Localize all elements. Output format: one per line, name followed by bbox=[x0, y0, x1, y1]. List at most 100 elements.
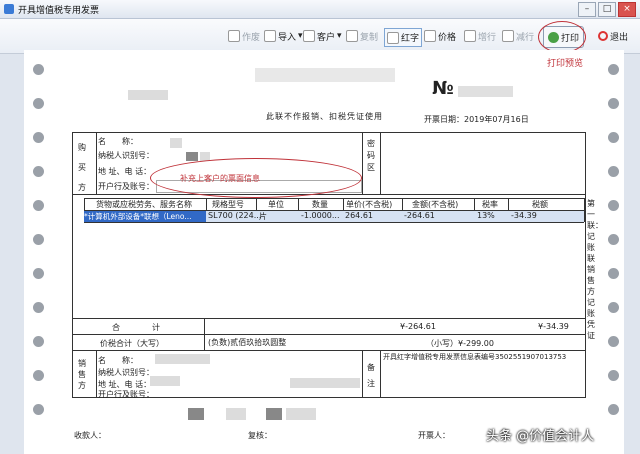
close-button[interactable]: × bbox=[618, 2, 636, 17]
delete-row-label: 减行 bbox=[516, 32, 535, 43]
column-header: 税额 bbox=[532, 200, 548, 209]
grid-line bbox=[362, 132, 363, 194]
sprocket-hole bbox=[33, 98, 44, 109]
import-label: 导入 bbox=[278, 32, 297, 43]
buyer-section-label: 购买方 bbox=[78, 143, 86, 192]
cancel-button[interactable]: 作废 bbox=[228, 28, 260, 44]
price-button[interactable]: 价格 bbox=[424, 28, 456, 44]
add-row-button[interactable]: 增行 bbox=[464, 28, 496, 44]
grid-line bbox=[96, 132, 97, 194]
column-header: 金额(不含税) bbox=[412, 200, 459, 209]
grid-line bbox=[362, 350, 363, 398]
seller-bank-label: 开户行及账号： bbox=[98, 390, 154, 399]
checkbox-icon bbox=[424, 30, 436, 42]
item-spec-cell[interactable]: SL700 (224... bbox=[208, 211, 261, 220]
sprocket-hole bbox=[608, 404, 619, 415]
minimize-button[interactable]: – bbox=[578, 2, 596, 17]
redacted-block bbox=[226, 408, 246, 420]
buyer-annotation: 补充上客户的票面信息 bbox=[180, 174, 260, 183]
delete-row-icon bbox=[502, 30, 514, 42]
watermark: 头条 @价值会计人 bbox=[486, 429, 595, 444]
table-line bbox=[84, 222, 584, 223]
delete-row-button[interactable]: 减行 bbox=[502, 28, 534, 44]
redacted-block bbox=[290, 378, 360, 388]
table-line bbox=[584, 198, 585, 222]
sprocket-hole bbox=[608, 98, 619, 109]
column-header: 单位 bbox=[268, 200, 284, 209]
item-name-cell[interactable]: *计算机外部设备*联想（Leno... bbox=[84, 211, 206, 222]
redacted-block bbox=[128, 90, 168, 100]
sprocket-hole bbox=[608, 166, 619, 177]
grid-line bbox=[72, 334, 586, 335]
app-icon bbox=[4, 4, 14, 14]
column-header: 税率 bbox=[482, 200, 498, 209]
invoice-title-redacted bbox=[255, 68, 395, 82]
window-title: 开具增值税专用发票 bbox=[18, 5, 100, 16]
redacted-block bbox=[188, 408, 204, 420]
redacted-block bbox=[150, 376, 180, 386]
column-header: 货物或应税劳务、服务名称 bbox=[96, 200, 192, 209]
red-label: 红字 bbox=[401, 34, 420, 44]
seller-section-label: 销售方 bbox=[78, 359, 86, 390]
item-unit-cell[interactable]: 片 bbox=[259, 211, 267, 222]
document-icon bbox=[228, 30, 240, 42]
sprocket-hole bbox=[33, 336, 44, 347]
import-icon bbox=[264, 30, 276, 42]
redacted-block bbox=[266, 408, 282, 420]
column-header: 规格型号 bbox=[212, 200, 244, 209]
sprocket-hole bbox=[33, 234, 44, 245]
column-header: 单价(不含税) bbox=[346, 200, 393, 209]
notice-text: 此联不作报销、扣税凭证使用 bbox=[266, 112, 383, 121]
copy-icon bbox=[346, 30, 358, 42]
seller-taxid-label: 纳税人识别号： bbox=[98, 368, 154, 377]
exit-button[interactable]: 退出 bbox=[598, 28, 628, 44]
total-tax: ¥-34.39 bbox=[538, 322, 569, 331]
grid-line bbox=[96, 350, 97, 398]
red-invoice-button[interactable]: 红字 bbox=[384, 28, 423, 47]
invoice-number-redacted bbox=[458, 86, 513, 97]
item-price-cell[interactable]: 264.61 bbox=[345, 211, 373, 220]
grid-line bbox=[380, 132, 381, 194]
sprocket-hole bbox=[608, 200, 619, 211]
sprocket-hole bbox=[608, 336, 619, 347]
maximize-button[interactable]: □ bbox=[598, 2, 616, 17]
sum-uppercase: (负数)贰佰玖拾玖圆整 bbox=[208, 338, 287, 347]
sprocket-hole bbox=[608, 302, 619, 313]
copy-button[interactable]: 复制 bbox=[346, 28, 378, 44]
grid-line bbox=[204, 318, 205, 350]
print-highlight-circle bbox=[538, 21, 586, 53]
redacted-block bbox=[286, 408, 316, 420]
sum-label: 价税合计（大写） bbox=[100, 339, 164, 348]
user-icon bbox=[303, 30, 315, 42]
customer-label: 客户 bbox=[317, 32, 336, 43]
item-amount-cell[interactable]: -264.61 bbox=[404, 211, 435, 220]
item-tax-cell[interactable]: -34.39 bbox=[511, 211, 537, 220]
issue-date: 开票日期：2019年07月16日 bbox=[424, 115, 529, 124]
print-preview-annotation: 打印预览 bbox=[547, 59, 584, 69]
sprocket-hole bbox=[608, 132, 619, 143]
sum-lowercase: （小写）¥-299.00 bbox=[426, 339, 494, 348]
total-label: 合 计 bbox=[112, 323, 162, 332]
payee-label: 收款人： bbox=[74, 431, 106, 440]
invoice-number-symbol: № bbox=[432, 78, 454, 99]
redacted-block bbox=[170, 138, 182, 148]
item-rate-cell[interactable]: 13% bbox=[477, 211, 495, 220]
customer-button[interactable]: 客户 ▾ bbox=[303, 28, 342, 44]
sprocket-hole bbox=[608, 234, 619, 245]
sprocket-hole bbox=[33, 302, 44, 313]
buyer-address-label: 地 址、电 话： bbox=[98, 167, 152, 176]
grid-line bbox=[380, 350, 381, 398]
reviewer-label: 复核： bbox=[248, 431, 272, 440]
sprocket-hole bbox=[33, 132, 44, 143]
copy-side-label: 第一联：记账联 销售方记账凭证 bbox=[587, 199, 603, 340]
grid-line bbox=[72, 350, 586, 351]
sprocket-hole bbox=[33, 370, 44, 381]
secret-area-label: 密码区 bbox=[367, 139, 375, 172]
add-row-label: 增行 bbox=[478, 32, 497, 43]
import-button[interactable]: 导入 ▾ bbox=[264, 28, 303, 44]
seller-name-label: 名 称： bbox=[98, 356, 138, 365]
item-qty-cell[interactable]: -1.0000... bbox=[301, 211, 340, 220]
buyer-bank-label: 开户行及账号： bbox=[98, 182, 154, 191]
price-label: 价格 bbox=[438, 32, 457, 43]
title-bar: 开具增值税专用发票 – □ × bbox=[0, 0, 640, 19]
